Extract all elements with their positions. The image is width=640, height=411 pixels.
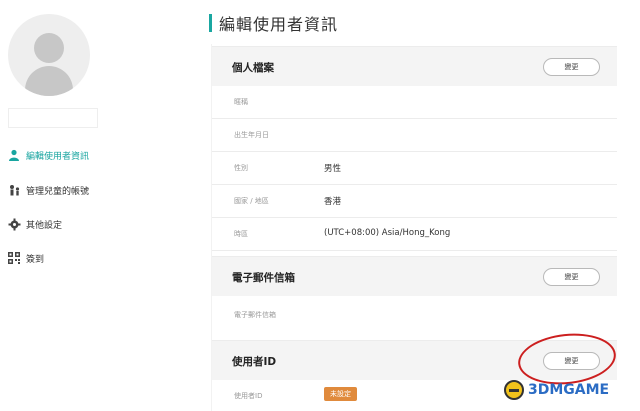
sidebar-item-other-settings[interactable]: 其他設定 — [7, 215, 62, 233]
field-value: 香港 — [324, 197, 342, 207]
avatar-body-shape — [25, 66, 73, 96]
profile-edit-button[interactable]: 變更 — [543, 58, 600, 76]
child-account-icon — [7, 183, 21, 197]
section-title: 使用者ID — [232, 356, 277, 368]
email-row: 電子郵件信箱 — [212, 296, 617, 340]
section-title: 電子郵件信箱 — [232, 272, 295, 284]
email-edit-button[interactable]: 變更 — [543, 268, 600, 286]
watermark: 3DMGAME — [504, 380, 609, 400]
watermark-logo-icon — [504, 380, 524, 400]
username-box — [8, 108, 98, 128]
page-title: 編輯使用者資訊 — [219, 15, 339, 34]
sidebar-item-label: 簽到 — [26, 254, 45, 265]
sidebar-item-child-accounts[interactable]: 管理兒童的帳號 — [7, 181, 89, 199]
profile-row-birthdate: 出生年月日 — [212, 119, 617, 152]
profile-row-timezone: 時區 (UTC+08:00) Asia/Hong_Kong — [212, 218, 617, 251]
section-title: 個人檔案 — [232, 62, 274, 74]
profile-row-gender: 性別 男性 — [212, 152, 617, 185]
sidebar-item-label: 管理兒童的帳號 — [26, 186, 90, 197]
profile-row-region: 國家 / 地區 香港 — [212, 185, 617, 218]
profile-section-header: 個人檔案 變更 — [212, 46, 617, 86]
field-value: (UTC+08:00) Asia/Hong_Kong — [324, 228, 451, 238]
field-label: 國家 / 地區 — [234, 197, 269, 205]
gear-icon — [7, 217, 21, 231]
field-value: 男性 — [324, 164, 342, 174]
email-section-header: 電子郵件信箱 變更 — [212, 256, 617, 296]
sidebar-item-label: 其他設定 — [26, 220, 63, 231]
field-label: 暱稱 — [234, 98, 248, 106]
user-icon — [7, 148, 21, 162]
watermark-text: 3DMGAME — [528, 382, 610, 398]
title-accent-bar — [209, 14, 212, 32]
profile-row-nickname: 暱稱 — [212, 86, 617, 119]
field-label: 出生年月日 — [234, 131, 269, 139]
sidebar-item-check-in[interactable]: 簽到 — [7, 249, 44, 267]
qr-code-icon — [7, 251, 21, 265]
avatar — [8, 14, 90, 96]
field-label: 時區 — [234, 230, 248, 238]
avatar-head-shape — [34, 33, 64, 63]
field-label: 使用者ID — [234, 392, 263, 400]
status-badge: 未設定 — [324, 387, 357, 401]
sidebar-item-edit-user-info[interactable]: 編輯使用者資訊 — [7, 146, 89, 164]
field-label: 性別 — [234, 164, 248, 172]
sidebar-item-label: 編輯使用者資訊 — [26, 151, 90, 162]
field-label: 電子郵件信箱 — [234, 311, 276, 319]
